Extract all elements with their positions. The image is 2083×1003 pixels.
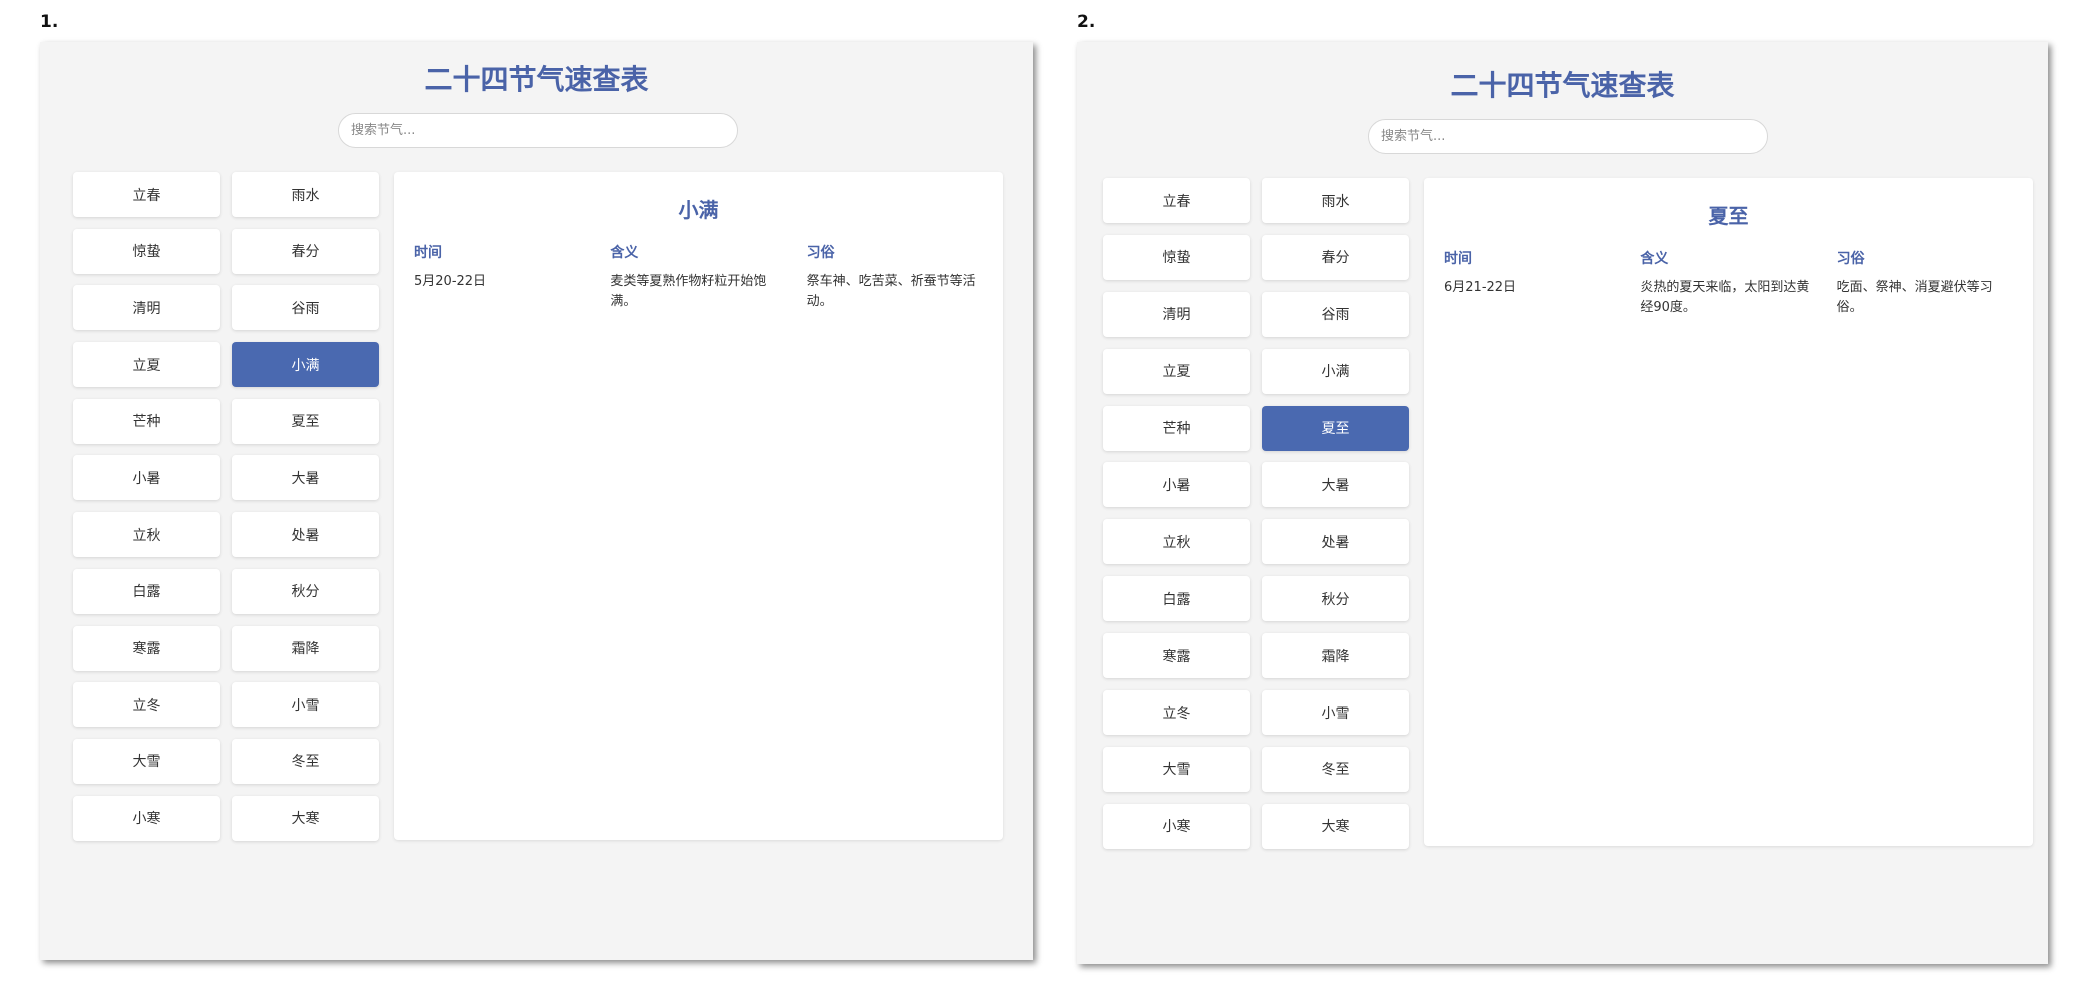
term-button[interactable]: 小雪 [1262, 690, 1409, 736]
search-input[interactable] [338, 113, 738, 148]
term-button[interactable]: 清明 [1103, 291, 1250, 337]
detail-header-customs: 习俗 [806, 245, 835, 261]
term-button[interactable]: 夏至 [232, 398, 379, 444]
term-grid: 立春 雨水 惊蛰 春分 清明 谷雨 立夏 小满 芒种 夏至 小暑 大暑 立秋 处暑 白露 秋分 寒露 霜降 立冬 小雪… [1103, 178, 1409, 849]
detail-header-meaning: 含义 [1640, 251, 1669, 267]
term-button[interactable]: 雨水 [1262, 178, 1409, 223]
term-button[interactable]: 小暑 [1103, 462, 1250, 508]
term-button[interactable]: 冬至 [232, 738, 379, 784]
detail-value-customs: 吃面、祭神、消夏避伏等习俗。 [1836, 280, 1993, 315]
term-button[interactable]: 惊蛰 [73, 228, 220, 274]
term-button[interactable]: 芒种 [73, 398, 220, 444]
term-button[interactable]: 立秋 [1103, 519, 1250, 565]
detail-header-time: 时间 [1444, 251, 1472, 267]
detail-col-meaning: 含义 麦类等夏熟作物籽粒开始饱满。 [610, 242, 786, 312]
term-button[interactable]: 小雪 [232, 682, 379, 728]
detail-title: 夏至 [1708, 204, 1749, 228]
detail-header-meaning: 含义 [610, 245, 639, 261]
term-button[interactable]: 芒种 [1103, 405, 1250, 451]
detail-header-time: 时间 [414, 245, 442, 261]
term-button[interactable]: 秋分 [232, 568, 379, 614]
panel-label-2: 2. [1077, 12, 1096, 32]
detail-value-meaning: 麦类等夏熟作物籽粒开始饱满。 [610, 274, 767, 309]
detail-col-time: 时间 5月20-22日 [414, 242, 590, 312]
term-button[interactable]: 霜降 [1262, 633, 1409, 679]
detail-col-meaning: 含义 炎热的夏天来临，太阳到达黄经90度。 [1640, 248, 1816, 318]
detail-col-time: 时间 6月21-22日 [1444, 248, 1620, 318]
term-button[interactable]: 处暑 [1262, 519, 1409, 565]
detail-value-customs: 祭车神、吃苦菜、祈蚕节等活动。 [806, 274, 976, 309]
term-button[interactable]: 夏至 [1262, 405, 1409, 451]
detail-columns: 时间 5月20-22日 含义 麦类等夏熟作物籽粒开始饱满。 习俗 祭车神、吃苦菜… [414, 242, 983, 312]
term-button[interactable]: 大暑 [1262, 462, 1409, 508]
term-button[interactable]: 寒露 [73, 625, 220, 671]
detail-columns: 时间 6月21-22日 含义 炎热的夏天来临，太阳到达黄经90度。 习俗 吃面、… [1444, 248, 2013, 318]
term-button[interactable]: 秋分 [1262, 576, 1409, 622]
term-button[interactable]: 立春 [73, 172, 220, 217]
term-button[interactable]: 大雪 [73, 738, 220, 784]
detail-value-meaning: 炎热的夏天来临，太阳到达黄经90度。 [1640, 280, 1810, 315]
detail-card: 夏至 时间 6月21-22日 含义 炎热的夏天来临，太阳到达黄经90度。 习俗 … [1424, 178, 2033, 846]
term-button[interactable]: 大雪 [1103, 746, 1250, 792]
page-title: 二十四节气速查表 [1450, 69, 1675, 102]
detail-col-customs: 习俗 祭车神、吃苦菜、祈蚕节等活动。 [807, 242, 983, 312]
term-button[interactable]: 小暑 [73, 455, 220, 501]
term-button[interactable]: 惊蛰 [1103, 234, 1250, 280]
term-button[interactable]: 霜降 [232, 625, 379, 671]
term-button[interactable]: 白露 [73, 568, 220, 614]
term-button[interactable]: 春分 [1262, 234, 1409, 280]
term-button[interactable]: 立冬 [73, 682, 220, 728]
term-button[interactable]: 小满 [1262, 348, 1409, 394]
detail-card: 小满 时间 5月20-22日 含义 麦类等夏熟作物籽粒开始饱满。 习俗 祭车神、… [394, 172, 1003, 840]
detail-col-customs: 习俗 吃面、祭神、消夏避伏等习俗。 [1837, 248, 2013, 318]
term-button[interactable]: 谷雨 [232, 285, 379, 331]
term-button[interactable]: 处暑 [232, 512, 379, 558]
detail-title: 小满 [678, 198, 719, 222]
term-button[interactable]: 雨水 [232, 172, 379, 217]
term-button[interactable]: 寒露 [1103, 633, 1250, 679]
term-button[interactable]: 小满 [232, 342, 379, 388]
search-input[interactable] [1368, 119, 1768, 154]
term-button[interactable]: 小寒 [1103, 803, 1250, 849]
detail-value-time: 6月21-22日 [1444, 280, 1517, 295]
term-button[interactable]: 冬至 [1262, 746, 1409, 792]
panel-label-1: 1. [40, 12, 59, 32]
term-button[interactable]: 白露 [1103, 576, 1250, 622]
term-button[interactable]: 大暑 [232, 455, 379, 501]
term-button[interactable]: 立夏 [1103, 348, 1250, 394]
term-button[interactable]: 小寒 [73, 795, 220, 841]
term-button[interactable]: 春分 [232, 228, 379, 274]
page-title: 二十四节气速查表 [424, 63, 649, 96]
term-button[interactable]: 大寒 [232, 795, 379, 841]
term-button[interactable]: 清明 [73, 285, 220, 331]
detail-header-customs: 习俗 [1836, 251, 1865, 267]
detail-value-time: 5月20-22日 [414, 274, 487, 289]
term-button[interactable]: 立秋 [73, 512, 220, 558]
term-button[interactable]: 立春 [1103, 178, 1250, 223]
app-window-1: 二十四节气速查表 立春雨水惊蛰春分清明谷雨立夏小满芒种夏至小暑大暑立秋处暑白露秋… [40, 42, 1033, 960]
app-window-2: 二十四节气速查表 立春雨水惊蛰春分清明谷雨立夏小满芒种夏至小暑大暑立秋处暑白露秋… [1077, 42, 2048, 964]
term-button[interactable]: 大寒 [1262, 803, 1409, 849]
term-button[interactable]: 立夏 [73, 342, 220, 388]
term-button[interactable]: 谷雨 [1262, 291, 1409, 337]
term-button[interactable]: 立冬 [1103, 690, 1250, 736]
term-grid: 立春 雨水 惊蛰 春分 清明 谷雨 立夏 小满 芒种 夏至 小暑 大暑 立秋 处暑 白露 秋分 寒露 霜降 立冬 小雪… [73, 172, 379, 841]
